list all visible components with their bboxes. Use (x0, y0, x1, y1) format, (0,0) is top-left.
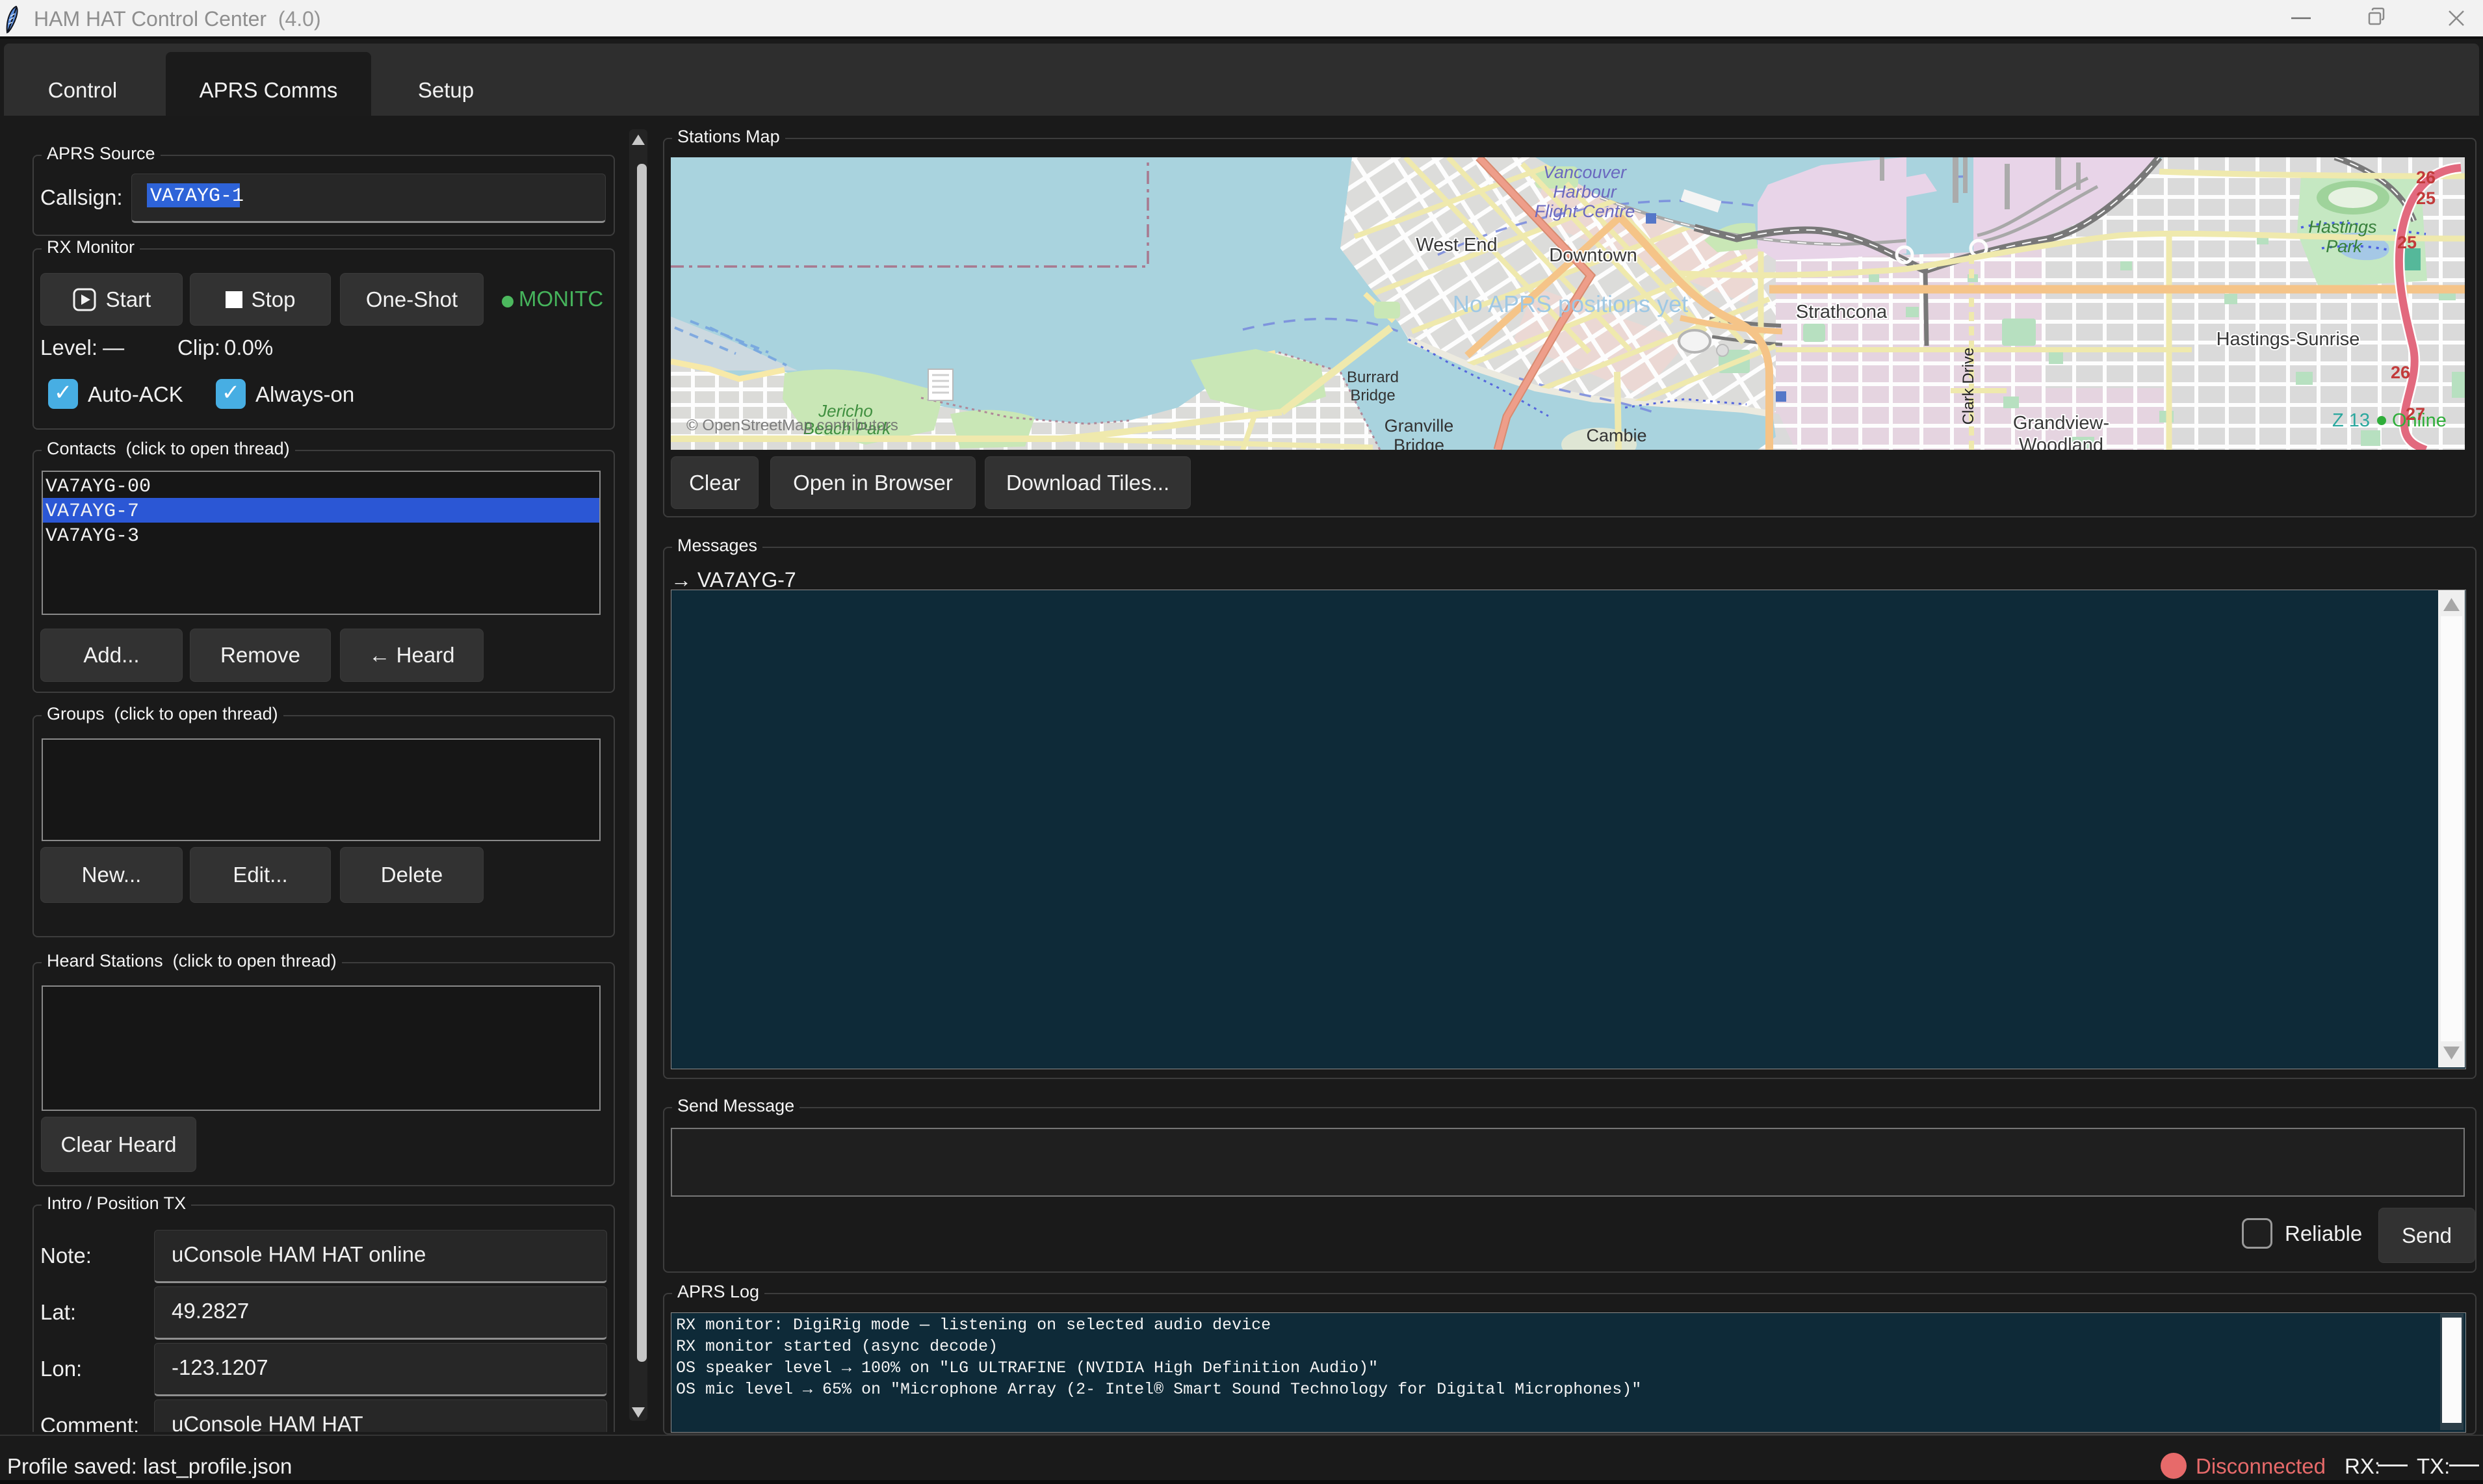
svg-text:26: 26 (2416, 168, 2436, 187)
svg-text:Bridge: Bridge (1350, 387, 1395, 404)
svg-text:Harbour: Harbour (1553, 182, 1617, 202)
svg-text:Clark Drive: Clark Drive (1960, 348, 1977, 425)
svg-text:26: 26 (2391, 363, 2410, 382)
svg-text:Hastings-Sunrise: Hastings-Sunrise (2216, 329, 2360, 350)
svg-text:Flight Centre: Flight Centre (1535, 202, 1635, 221)
svg-text:© OpenStreetMap contributors: © OpenStreetMap contributors (686, 417, 898, 434)
svg-text:No APRS positions yet: No APRS positions yet (1453, 291, 1688, 317)
svg-text:Strathcona: Strathcona (1796, 302, 1888, 322)
svg-text:Hastings: Hastings (2308, 217, 2376, 237)
svg-text:25: 25 (2416, 189, 2436, 208)
svg-text:Vancouver: Vancouver (1543, 163, 1627, 182)
svg-text:Downtown: Downtown (1549, 245, 1637, 266)
svg-text:Granville: Granville (1384, 416, 1454, 436)
svg-text:Cambie: Cambie (1586, 426, 1646, 445)
svg-text:25: 25 (2397, 233, 2417, 252)
svg-text:Burrard: Burrard (1347, 369, 1399, 386)
svg-text:Bridge: Bridge (1394, 436, 1444, 450)
svg-text:Z 13: Z 13 (2332, 410, 2370, 431)
svg-text:Park: Park (2326, 237, 2363, 256)
svg-text:Grandview-: Grandview- (2013, 413, 2109, 434)
svg-text:27: 27 (2406, 404, 2425, 424)
svg-text:West End: West End (1416, 235, 1497, 255)
svg-text:Woodland: Woodland (2019, 435, 2103, 450)
